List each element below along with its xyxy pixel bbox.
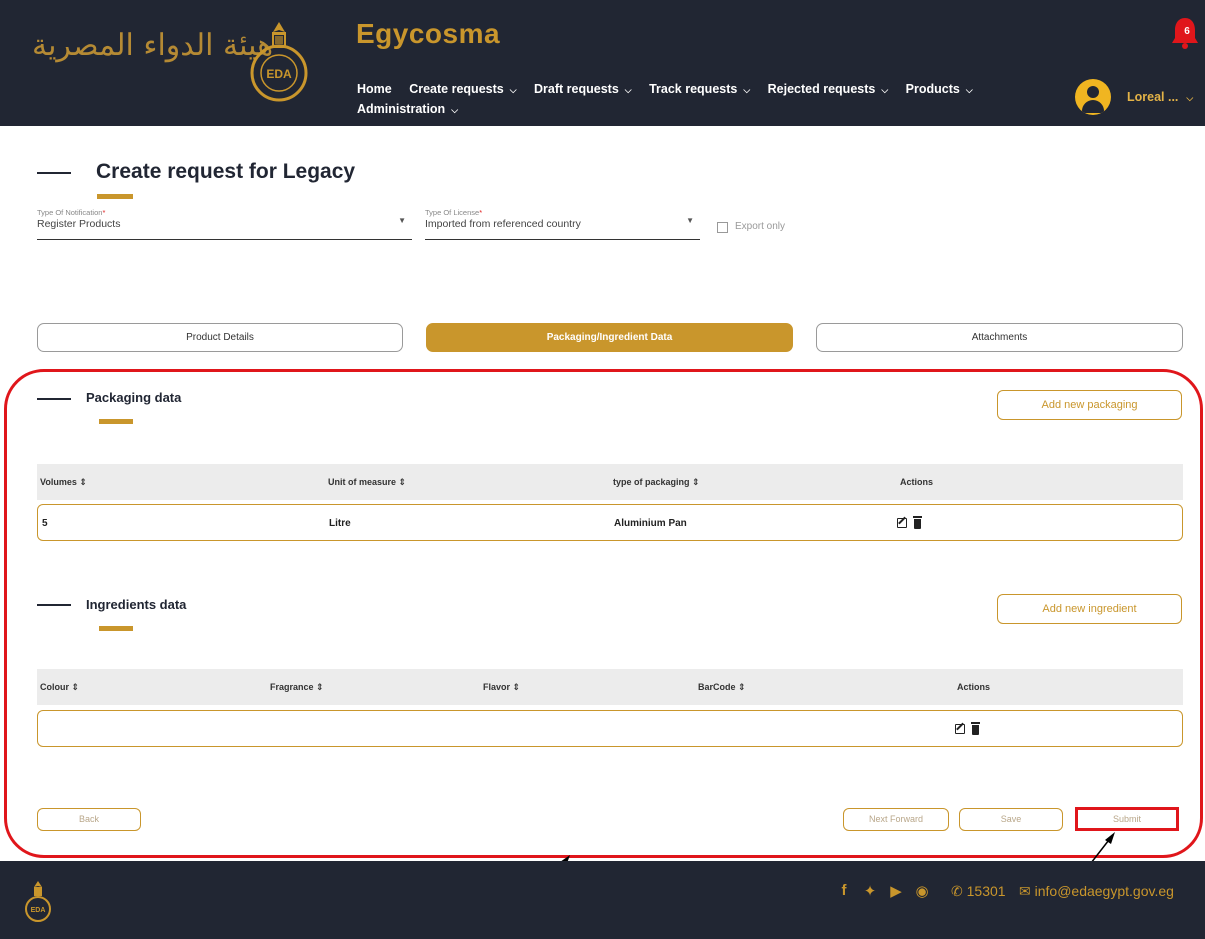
phone-contact: ✆ 15301 bbox=[951, 883, 1006, 899]
svg-text:EDA: EDA bbox=[266, 67, 292, 81]
col-actions: Actions bbox=[900, 477, 934, 487]
phone-icon: ✆ bbox=[951, 883, 963, 899]
chevron-down-icon: ⌵ bbox=[509, 85, 517, 95]
twitter-icon[interactable]: ✦ bbox=[862, 882, 878, 900]
title-decor-line bbox=[37, 172, 71, 174]
table-row bbox=[37, 710, 1183, 747]
next-forward-button[interactable]: Next Forward bbox=[843, 808, 949, 831]
license-type-label: Type Of License* bbox=[425, 208, 483, 217]
license-type-value: Imported from referenced country bbox=[425, 218, 581, 230]
trash-icon[interactable] bbox=[913, 516, 922, 529]
avatar-head bbox=[1087, 86, 1099, 98]
edit-icon[interactable] bbox=[955, 724, 965, 734]
col-volumes[interactable]: Volumes ⇕ bbox=[40, 477, 87, 488]
cell-unit: Litre bbox=[329, 518, 351, 529]
trash-icon[interactable] bbox=[971, 722, 980, 735]
avatar-body bbox=[1082, 100, 1104, 113]
back-button[interactable]: Back bbox=[37, 808, 141, 831]
notification-type-label: Type Of Notification* bbox=[37, 208, 106, 217]
social-links: f ✦ ▶ ◉ bbox=[836, 882, 930, 900]
tab-product-details[interactable]: Product Details bbox=[37, 323, 403, 352]
nav-administration[interactable]: Administration ⌵ bbox=[357, 100, 458, 120]
edit-icon[interactable] bbox=[897, 518, 907, 528]
license-type-select[interactable]: Type Of License* Imported from reference… bbox=[425, 208, 700, 240]
chevron-down-icon: ⌵ bbox=[451, 105, 459, 115]
caret-down-icon: ▼ bbox=[398, 216, 406, 225]
export-only-label: Export only bbox=[735, 221, 786, 232]
nav-products[interactable]: Products ⌵ bbox=[906, 80, 973, 100]
user-menu[interactable]: Loreal ... ⌵ bbox=[1127, 90, 1193, 104]
export-only-checkbox[interactable] bbox=[717, 222, 728, 233]
footer: EDA f ✦ ▶ ◉ ✆ 15301 ✉ info@edaegypt.gov.… bbox=[0, 861, 1205, 939]
page-title: Create request for Legacy bbox=[96, 160, 356, 183]
col-barcode[interactable]: BarCode ⇕ bbox=[698, 682, 746, 693]
ingredients-table-header: Colour ⇕ Fragrance ⇕ Flavor ⇕ BarCode ⇕ … bbox=[37, 669, 1183, 705]
nav-rejected-requests[interactable]: Rejected requests ⌵ bbox=[768, 80, 889, 100]
caret-down-icon: ▼ bbox=[686, 216, 694, 225]
col-actions: Actions bbox=[957, 682, 991, 692]
main-nav: Home Create requests ⌵ Draft requests ⌵ Tr… bbox=[357, 80, 1037, 120]
packaging-section-title: Packaging data bbox=[86, 390, 182, 405]
eda-footer-emblem-icon: EDA bbox=[25, 881, 51, 922]
ingredients-decor-line bbox=[37, 604, 71, 606]
col-type-of-packaging[interactable]: type of packaging ⇕ bbox=[613, 477, 700, 488]
col-colour[interactable]: Colour ⇕ bbox=[40, 682, 79, 693]
submit-button[interactable]: Submit bbox=[1075, 808, 1179, 831]
chevron-down-icon: ⌵ bbox=[881, 85, 889, 95]
col-unit-of-measure[interactable]: Unit of measure ⇕ bbox=[328, 477, 406, 488]
nav-home[interactable]: Home bbox=[357, 80, 392, 99]
packaging-table-header: Volumes ⇕ Unit of measure ⇕ type of pack… bbox=[37, 464, 1183, 500]
chevron-down-icon: ⌵ bbox=[743, 85, 751, 95]
add-new-ingredient-button[interactable]: Add new ingredient bbox=[997, 594, 1182, 624]
instagram-icon[interactable]: ◉ bbox=[914, 882, 930, 900]
packaging-gold-underline bbox=[99, 419, 133, 424]
nav-create-requests[interactable]: Create requests ⌵ bbox=[409, 80, 516, 100]
facebook-icon[interactable]: f bbox=[836, 882, 852, 900]
eda-emblem-icon: EDA bbox=[250, 22, 308, 102]
col-fragrance[interactable]: Fragrance ⇕ bbox=[270, 682, 324, 693]
nav-track-requests[interactable]: Track requests ⌵ bbox=[649, 80, 750, 100]
tab-packaging-ingredient-data[interactable]: Packaging/Ingredient Data bbox=[426, 323, 793, 352]
packaging-decor-line bbox=[37, 398, 71, 400]
chevron-down-icon: ⌵ bbox=[1186, 93, 1194, 103]
nav-draft-requests[interactable]: Draft requests ⌵ bbox=[534, 80, 632, 100]
top-header: هيئة الدواء المصرية EDA Egycosma Home Cr… bbox=[0, 0, 1205, 126]
ingredients-gold-underline bbox=[99, 626, 133, 631]
mail-icon: ✉ bbox=[1019, 883, 1031, 899]
chevron-down-icon: ⌵ bbox=[624, 85, 632, 95]
brand-title: Egycosma bbox=[356, 18, 501, 49]
table-row: 5 Litre Aluminium Pan bbox=[37, 504, 1183, 541]
add-new-packaging-button[interactable]: Add new packaging bbox=[997, 390, 1182, 420]
notification-count-badge: 6 bbox=[1184, 26, 1190, 37]
ingredients-section-title: Ingredients data bbox=[86, 597, 187, 612]
notification-type-value: Register Products bbox=[37, 218, 121, 230]
cell-volume: 5 bbox=[42, 518, 48, 529]
col-flavor[interactable]: Flavor ⇕ bbox=[483, 682, 520, 693]
youtube-icon[interactable]: ▶ bbox=[888, 882, 904, 900]
user-avatar[interactable] bbox=[1075, 79, 1111, 115]
cell-type: Aluminium Pan bbox=[614, 518, 687, 529]
email-contact[interactable]: ✉ info@edaegypt.gov.eg bbox=[1019, 883, 1174, 900]
save-button[interactable]: Save bbox=[959, 808, 1063, 831]
svg-text:EDA: EDA bbox=[31, 907, 46, 914]
notification-type-select[interactable]: Type Of Notification* Register Products … bbox=[37, 208, 412, 240]
title-gold-underline bbox=[97, 194, 133, 199]
tab-attachments[interactable]: Attachments bbox=[816, 323, 1183, 352]
eda-arabic-logo: هيئة الدواء المصرية bbox=[32, 28, 274, 63]
chevron-down-icon: ⌵ bbox=[965, 85, 973, 95]
